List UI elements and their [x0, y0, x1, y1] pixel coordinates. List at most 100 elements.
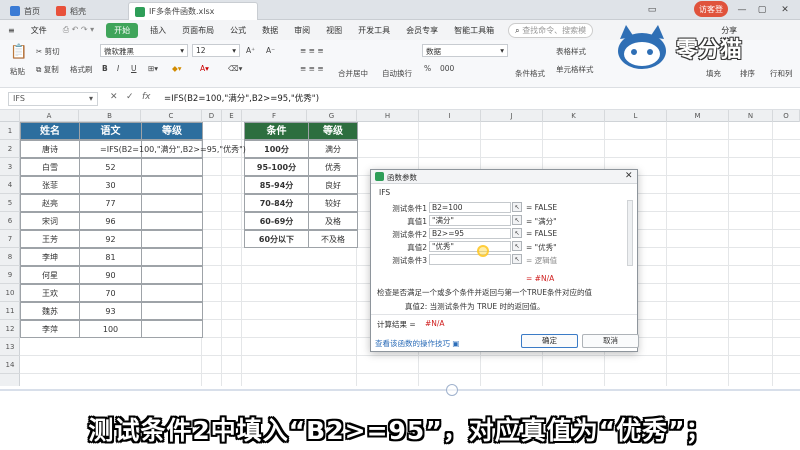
menu-start[interactable]: 开始: [106, 22, 139, 38]
thousands-button[interactable]: 000: [440, 64, 454, 73]
column-header-k[interactable]: K: [543, 110, 605, 122]
cancel-entry-icon[interactable]: ✕: [110, 92, 118, 102]
row-header-6[interactable]: 6: [0, 212, 20, 230]
column-header-a[interactable]: A: [20, 110, 79, 122]
row-col-button[interactable]: 行和列: [770, 68, 793, 79]
cell-grade[interactable]: [141, 248, 203, 266]
restore-icon[interactable]: ▭: [645, 3, 659, 17]
menu-formulas[interactable]: 公式: [222, 25, 254, 36]
column-header-m[interactable]: M: [667, 110, 729, 122]
cell-grade[interactable]: [141, 320, 203, 338]
param-input-value1[interactable]: "满分": [429, 215, 511, 226]
column-header-e[interactable]: E: [222, 110, 242, 122]
search-input[interactable]: ⌕ 查找命令、搜索模: [508, 22, 594, 38]
font-grow-button[interactable]: A⁺: [246, 46, 255, 55]
cell-name[interactable]: 何星: [20, 266, 80, 284]
row-header-3[interactable]: 3: [0, 158, 20, 176]
cell-formula-edit[interactable]: =IFS(B2=100,"满分",B2>=95,"优秀"): [79, 140, 246, 158]
cell-name[interactable]: 李萍: [20, 320, 80, 338]
row-header-10[interactable]: 10: [0, 284, 20, 302]
collapse-ref-icon[interactable]: ↖: [512, 241, 522, 251]
collapse-ref-icon[interactable]: ↖: [512, 215, 522, 225]
param-input-value2[interactable]: "优秀": [429, 241, 511, 252]
row-header-14[interactable]: 14: [0, 356, 20, 374]
formula-input[interactable]: =IFS(B2=100,"满分",B2>=95,"优秀"): [164, 92, 319, 104]
video-progress-track[interactable]: [0, 389, 800, 391]
name-box[interactable]: IFS ▾: [8, 92, 98, 106]
cell-name[interactable]: 宋词: [20, 212, 80, 230]
row-header-2[interactable]: 2: [0, 140, 20, 158]
bold-button[interactable]: B: [102, 64, 108, 73]
collapse-ref-icon[interactable]: ↖: [512, 254, 522, 264]
maximize-icon[interactable]: ▢: [755, 3, 769, 17]
font-size-select[interactable]: 12 ▾: [192, 44, 240, 57]
cell-name[interactable]: 王芳: [20, 230, 80, 248]
header-grade[interactable]: 等级: [141, 122, 203, 140]
header-chinese[interactable]: 语文: [79, 122, 142, 140]
collapse-ref-icon[interactable]: ↖: [512, 202, 522, 212]
tab-docer[interactable]: 稻壳: [50, 2, 92, 20]
close-icon[interactable]: ✕: [625, 171, 633, 181]
column-header-d[interactable]: D: [202, 110, 222, 122]
column-header-l[interactable]: L: [605, 110, 667, 122]
cell-grade[interactable]: [141, 302, 203, 320]
menu-data[interactable]: 数据: [254, 25, 286, 36]
dialog-scrollbar[interactable]: [627, 200, 633, 266]
quick-access-icons[interactable]: ⎙ ↶ ↷ ▾: [55, 25, 102, 35]
cell-name[interactable]: 张菲: [20, 176, 80, 194]
cell-level[interactable]: 较好: [308, 194, 358, 212]
cell-name[interactable]: 李坤: [20, 248, 80, 266]
param-input-condition1[interactable]: B2=100: [429, 202, 511, 213]
format-painter-button[interactable]: 格式刷: [70, 64, 93, 75]
paste-button[interactable]: 粘贴: [10, 66, 25, 77]
cell-name[interactable]: 唐诗: [20, 140, 80, 158]
wrap-text-button[interactable]: 自动换行: [382, 68, 412, 79]
cell-name[interactable]: 赵亮: [20, 194, 80, 212]
table-style-button[interactable]: 表格样式: [556, 46, 586, 57]
cell-score[interactable]: 30: [79, 176, 142, 194]
cell-score[interactable]: 70: [79, 284, 142, 302]
conditional-format-button[interactable]: 条件格式: [515, 68, 545, 79]
menu-file[interactable]: 文件: [23, 25, 55, 36]
border-icon[interactable]: ⊞▾: [148, 64, 158, 73]
menu-view[interactable]: 视图: [318, 25, 350, 36]
font-shrink-button[interactable]: A⁻: [266, 46, 275, 55]
cell-name[interactable]: 魏苏: [20, 302, 80, 320]
header-name[interactable]: 姓名: [20, 122, 80, 140]
cut-button[interactable]: ✂ 剪切: [36, 46, 60, 57]
cell-score[interactable]: 100: [79, 320, 142, 338]
menu-insert[interactable]: 插入: [142, 25, 174, 36]
row-header-13[interactable]: 13: [0, 338, 20, 356]
clear-icon[interactable]: ⌫▾: [228, 64, 242, 73]
font-name-select[interactable]: 微软雅黑 ▾: [100, 44, 188, 57]
menu-member[interactable]: 会员专享: [398, 25, 446, 36]
tab-home[interactable]: 首页: [4, 2, 46, 20]
cell-grade[interactable]: [141, 266, 203, 284]
cell-level[interactable]: 满分: [308, 140, 358, 158]
cell-score[interactable]: 77: [79, 194, 142, 212]
column-header-i[interactable]: I: [419, 110, 481, 122]
column-header-j[interactable]: J: [481, 110, 543, 122]
confirm-entry-icon[interactable]: ✓: [126, 92, 134, 102]
cell-condition[interactable]: 100分: [244, 140, 309, 158]
cell-style-button[interactable]: 单元格样式: [556, 64, 594, 75]
cell-level[interactable]: 优秀: [308, 158, 358, 176]
cell-score[interactable]: 92: [79, 230, 142, 248]
cell-grade[interactable]: [141, 194, 203, 212]
paste-icon[interactable]: 📋: [10, 44, 27, 60]
cell-grade[interactable]: [141, 158, 203, 176]
merge-center-button[interactable]: 合并居中: [338, 68, 368, 79]
align-left-icon[interactable]: ≡ ≡ ≡: [300, 64, 324, 73]
header-condition[interactable]: 条件: [244, 122, 309, 140]
header-level[interactable]: 等级: [308, 122, 358, 140]
cancel-button[interactable]: 取消: [582, 334, 639, 348]
column-header-c[interactable]: C: [141, 110, 202, 122]
menu-icon[interactable]: ≡: [0, 26, 23, 35]
column-header-f[interactable]: F: [242, 110, 307, 122]
underline-button[interactable]: U: [131, 64, 137, 73]
collapse-ref-icon[interactable]: ↖: [512, 228, 522, 238]
cell-condition[interactable]: 70-84分: [244, 194, 309, 212]
cell-condition[interactable]: 95-100分: [244, 158, 309, 176]
column-header-o[interactable]: O: [773, 110, 800, 122]
column-header-b[interactable]: B: [79, 110, 141, 122]
